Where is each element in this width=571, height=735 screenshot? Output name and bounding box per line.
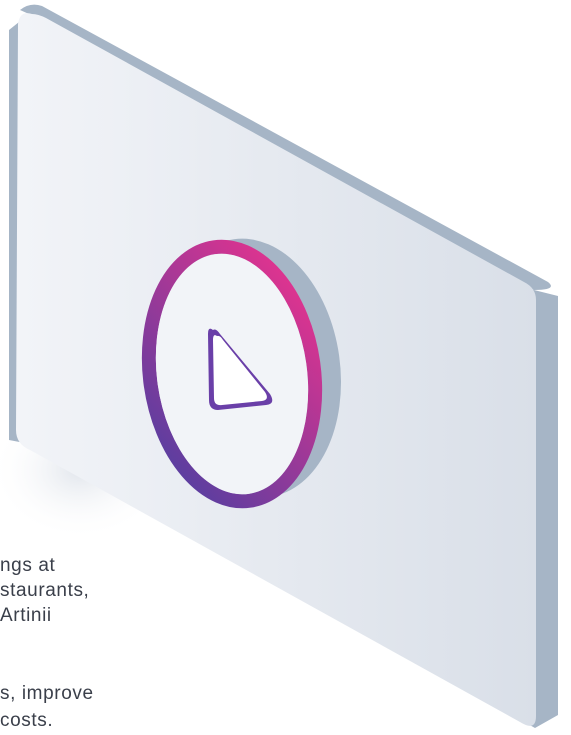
page: ngs at staurants, Artinii s, improve cos… [0,0,571,735]
video-panel-illustration [0,4,558,728]
